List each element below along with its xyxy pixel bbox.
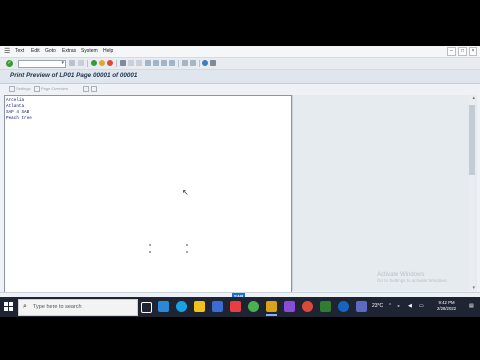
mouse-cursor-icon: ↖ bbox=[182, 188, 189, 197]
weather-temperature[interactable]: 23°C bbox=[372, 303, 383, 309]
document-line: Atlanta bbox=[6, 104, 25, 109]
language-icon[interactable]: ▭ bbox=[419, 303, 424, 309]
cancel-icon[interactable] bbox=[107, 60, 113, 66]
active-app-indicator bbox=[266, 314, 277, 316]
toolbar-separator bbox=[87, 60, 88, 67]
search-icon: ⌕ bbox=[23, 303, 27, 310]
mail-icon[interactable] bbox=[230, 301, 241, 312]
watermark-subtitle: Go to Settings to activate Windows. bbox=[377, 278, 449, 283]
exit-icon[interactable] bbox=[99, 60, 105, 66]
menu-system[interactable]: System bbox=[81, 48, 98, 54]
help-icon[interactable] bbox=[202, 60, 208, 66]
menu-help[interactable]: Help bbox=[103, 48, 113, 54]
page-overview-icon bbox=[34, 86, 40, 92]
system-tray-chevron-icon[interactable]: ⌃ bbox=[388, 303, 392, 309]
chevron-down-icon[interactable]: ▾ bbox=[61, 60, 64, 66]
chrome-icon[interactable] bbox=[248, 301, 259, 312]
taskbar-app-icon[interactable] bbox=[356, 301, 367, 312]
file-explorer-icon[interactable] bbox=[194, 301, 205, 312]
scrollbar-thumb[interactable] bbox=[469, 105, 475, 175]
document-line: Arcelia bbox=[6, 98, 25, 103]
previous-page-icon[interactable] bbox=[153, 60, 159, 66]
menu-text[interactable]: Text bbox=[15, 48, 24, 54]
settings-button[interactable]: Settings bbox=[16, 86, 30, 91]
toolbar-separator bbox=[199, 60, 200, 67]
task-view-icon[interactable] bbox=[141, 302, 152, 313]
minimize-icon[interactable]: – bbox=[447, 47, 456, 56]
volume-icon[interactable]: ◀ bbox=[408, 303, 412, 309]
find-icon[interactable] bbox=[128, 60, 134, 66]
close-icon[interactable]: × bbox=[469, 47, 477, 56]
sap-gui-window: ☰ Text Edit Goto Extras System Help – □ … bbox=[0, 46, 480, 315]
next-page-icon[interactable] bbox=[161, 60, 167, 66]
document-line: Peach tree bbox=[6, 116, 32, 121]
print-preview-document[interactable]: Arcelia Atlanta SAP 4 SAB Peach tree ↖ bbox=[4, 95, 292, 293]
menu-extras[interactable]: Extras bbox=[62, 48, 76, 54]
standard-toolbar: ✓ ▾ bbox=[0, 58, 480, 70]
clock-date: 2/28/2022 bbox=[437, 306, 457, 311]
toolbar-separator bbox=[116, 60, 117, 67]
search-placeholder: Type here to search bbox=[33, 304, 82, 310]
toolbar-separator bbox=[178, 60, 179, 67]
application-toolbar: Settings Page Overview bbox=[0, 84, 480, 94]
activate-windows-watermark: Activate Windows Go to Settings to activ… bbox=[377, 272, 448, 283]
scroll-up-icon[interactable]: ▴ bbox=[472, 95, 475, 101]
last-page-icon[interactable] bbox=[169, 60, 175, 66]
artifact-dot bbox=[186, 244, 188, 246]
command-field[interactable]: ▾ bbox=[18, 60, 66, 68]
store-icon[interactable] bbox=[212, 301, 223, 312]
taskbar-clock[interactable]: 9:42 PM 2/28/2022 bbox=[437, 300, 456, 312]
taskbar-app-icon[interactable] bbox=[302, 301, 313, 312]
shortcut-icon[interactable] bbox=[190, 60, 196, 66]
find-next-icon[interactable] bbox=[136, 60, 142, 66]
first-page-icon[interactable] bbox=[145, 60, 151, 66]
taskbar-app-icon[interactable] bbox=[284, 301, 295, 312]
back-icon[interactable] bbox=[91, 60, 97, 66]
nav-back-disabled-icon bbox=[69, 60, 75, 66]
page-title: Print Preview of LP01 Page 00001 of 0000… bbox=[10, 72, 138, 79]
layout-menu-icon[interactable] bbox=[210, 60, 216, 66]
edge-icon[interactable] bbox=[176, 301, 187, 312]
folder-app-icon[interactable] bbox=[266, 301, 277, 312]
scroll-down-icon[interactable]: ▾ bbox=[472, 285, 475, 291]
maximize-icon[interactable]: □ bbox=[458, 47, 467, 56]
new-session-icon[interactable] bbox=[182, 60, 188, 66]
save-icon[interactable] bbox=[78, 60, 84, 66]
artifact-dot bbox=[186, 251, 188, 253]
settings-icon bbox=[9, 86, 15, 92]
menu-bar: ☰ Text Edit Goto Extras System Help – □ … bbox=[0, 46, 480, 58]
page-nav-icon[interactable] bbox=[91, 86, 97, 92]
taskbar-search-input[interactable]: ⌕ Type here to search bbox=[18, 299, 138, 316]
document-line: SAP 4 SAB bbox=[6, 110, 30, 115]
artifact-dot bbox=[149, 251, 151, 253]
menu-goto[interactable]: Goto bbox=[45, 48, 56, 54]
enter-icon[interactable]: ✓ bbox=[6, 60, 13, 67]
artifact-dot bbox=[149, 244, 151, 246]
windows-taskbar: ⌕ Type here to search 23°C ⌃ ◒ ◀ ▭ 9:42 … bbox=[0, 297, 480, 317]
network-icon[interactable]: ◒ bbox=[397, 303, 400, 309]
taskbar-app-icon[interactable] bbox=[320, 301, 331, 312]
right-pane: ▴ ▾ Activate Windows Go to Settings to a… bbox=[292, 95, 477, 291]
windows-start-icon[interactable] bbox=[4, 302, 14, 312]
notifications-icon[interactable]: ▤ bbox=[469, 303, 474, 309]
page-overview-button[interactable]: Page Overview bbox=[41, 86, 68, 91]
menu-hamburger-icon[interactable]: ☰ bbox=[4, 48, 10, 55]
print-icon[interactable] bbox=[120, 60, 126, 66]
screen-header: Print Preview of LP01 Page 00001 of 0000… bbox=[0, 70, 480, 84]
taskbar-app-icon[interactable] bbox=[158, 301, 169, 312]
menu-edit[interactable]: Edit bbox=[31, 48, 40, 54]
taskbar-app-icon[interactable] bbox=[338, 301, 349, 312]
first-page-nav-icon[interactable] bbox=[83, 86, 89, 92]
